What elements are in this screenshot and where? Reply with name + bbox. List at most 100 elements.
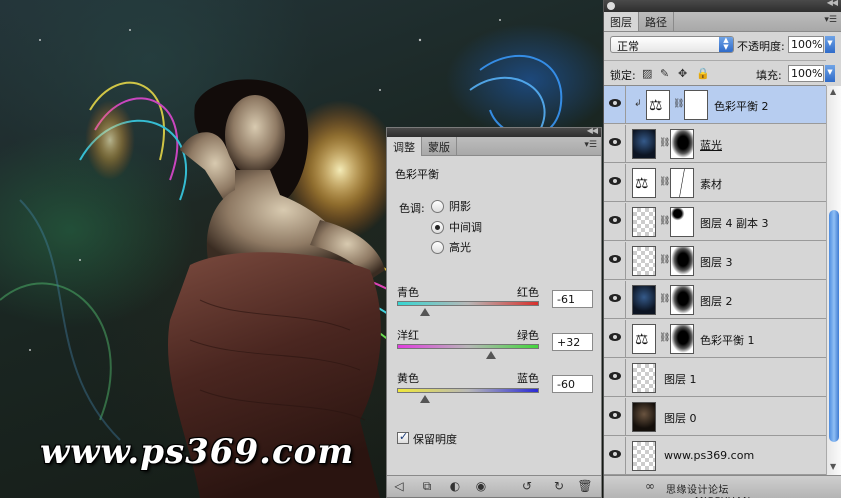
yellow-blue-value[interactable]: -60	[552, 375, 593, 393]
layer-row[interactable]: ⚖ ⛓ 色彩平衡 1	[604, 320, 826, 358]
layer-thumbnail[interactable]	[632, 246, 656, 276]
layer-thumbnail[interactable]	[632, 129, 656, 159]
link-icon[interactable]: ⛓	[659, 294, 670, 304]
layer-name[interactable]: 图层 4 副本 3	[700, 215, 769, 231]
layer-row[interactable]: ⛓ 蓝光	[604, 125, 826, 163]
visibility-toggle[interactable]	[604, 164, 626, 201]
layers-scrollbar[interactable]: ▲ ▼	[826, 86, 841, 475]
slider-thumb[interactable]	[420, 308, 431, 316]
visibility-toggle[interactable]	[604, 86, 626, 123]
tab-paths[interactable]: 路径	[639, 12, 674, 31]
collapse-icon[interactable]: ◀◀	[827, 0, 838, 7]
layer-mask-thumbnail[interactable]	[670, 285, 694, 315]
opacity-field[interactable]: 100%	[788, 36, 824, 53]
layer-thumbnail[interactable]: ⚖	[632, 168, 656, 198]
layer-name[interactable]: 图层 0	[664, 410, 697, 426]
link-icon[interactable]: ⛓	[673, 99, 684, 109]
visibility-toggle[interactable]	[604, 203, 626, 240]
slider-thumb[interactable]	[485, 351, 496, 359]
lock-brush-icon[interactable]: ✎	[660, 67, 669, 80]
layer-name[interactable]: 色彩平衡 1	[700, 332, 755, 348]
layer-name[interactable]: 图层 3	[700, 254, 733, 270]
reset-icon[interactable]: ↻	[551, 479, 567, 493]
layer-row[interactable]: ⛓ 图层 3	[604, 242, 826, 280]
link-icon[interactable]: ⛓	[659, 138, 670, 148]
radio-midtones[interactable]: 中间调	[431, 219, 482, 235]
layer-row[interactable]: ⚖ ⛓ 素材	[604, 164, 826, 202]
select-arrows-icon[interactable]: ▲ ▼	[719, 37, 733, 52]
opacity-dropdown-icon[interactable]: ▼	[825, 36, 835, 53]
layer-mask-thumbnail[interactable]	[670, 129, 694, 159]
layer-name[interactable]: 素材	[700, 176, 722, 192]
layer-mask-thumbnail[interactable]	[670, 207, 694, 237]
layer-mask-thumbnail[interactable]	[670, 168, 694, 198]
layer-thumbnail[interactable]	[632, 363, 656, 393]
scroll-up-icon[interactable]: ▲	[830, 87, 836, 96]
layer-thumbnail[interactable]	[632, 285, 656, 315]
radio-shadows[interactable]: 阴影	[431, 198, 471, 214]
layer-thumbnail[interactable]	[632, 402, 656, 432]
previous-state-icon[interactable]: ↺	[519, 479, 535, 493]
link-icon[interactable]: ⛓	[659, 177, 670, 187]
layer-name[interactable]: 图层 1	[664, 371, 697, 387]
expand-view-icon[interactable]: ⧉	[419, 479, 435, 494]
layer-thumbnail[interactable]	[632, 207, 656, 237]
panel-menu-icon[interactable]: ▾☰	[824, 15, 837, 25]
link-icon[interactable]: ⛓	[659, 216, 670, 226]
visibility-toggle[interactable]	[604, 125, 626, 162]
panel-menu-icon[interactable]: ▾☰	[584, 140, 597, 150]
tab-adjustments[interactable]: 调整	[387, 137, 422, 156]
scroll-down-icon[interactable]: ▼	[830, 462, 836, 471]
visibility-eye-icon[interactable]: ◉	[473, 479, 489, 493]
yellow-blue-slider[interactable]	[397, 388, 539, 393]
radio-button[interactable]	[431, 220, 444, 234]
magenta-green-slider[interactable]	[397, 344, 539, 349]
radio-highlights[interactable]: 高光	[431, 239, 471, 255]
tab-layers[interactable]: 图层	[604, 12, 639, 31]
visibility-toggle[interactable]	[604, 437, 626, 474]
layer-thumbnail[interactable]: ⚖	[632, 324, 656, 354]
layer-mask-thumbnail[interactable]	[670, 324, 694, 354]
clip-to-layer-icon[interactable]: ◐	[447, 479, 463, 493]
lock-position-icon[interactable]: ✥	[678, 67, 687, 80]
link-layers-icon[interactable]: ∞	[642, 479, 658, 493]
layer-name[interactable]: 色彩平衡 2	[714, 98, 769, 114]
cyan-red-slider[interactable]	[397, 301, 539, 306]
layer-name[interactable]: 蓝光	[700, 137, 722, 153]
radio-button[interactable]	[431, 199, 444, 213]
visibility-toggle[interactable]	[604, 242, 626, 279]
lock-all-icon[interactable]: 🔒	[696, 67, 710, 80]
back-arrow-icon[interactable]: ◁	[391, 479, 407, 493]
tab-masks[interactable]: 蒙版	[422, 137, 457, 156]
close-panel-icon[interactable]	[607, 2, 615, 10]
slider-thumb[interactable]	[420, 395, 431, 403]
radio-button[interactable]	[431, 240, 444, 254]
visibility-toggle[interactable]	[604, 359, 626, 396]
visibility-toggle[interactable]	[604, 281, 626, 318]
preserve-luminosity-checkbox[interactable]	[397, 430, 409, 444]
layer-row[interactable]: 图层 1	[604, 359, 826, 397]
scroll-thumb[interactable]	[829, 210, 839, 442]
cyan-red-value[interactable]: -61	[552, 290, 593, 308]
layer-name[interactable]: 图层 2	[700, 293, 733, 309]
layer-row[interactable]: 图层 0	[604, 398, 826, 436]
visibility-toggle[interactable]	[604, 320, 626, 357]
layer-mask-thumbnail[interactable]	[684, 90, 708, 120]
link-icon[interactable]: ⛓	[659, 255, 670, 265]
layer-thumbnail[interactable]	[632, 441, 656, 471]
panel-titlebar[interactable]: ◀◀	[604, 0, 841, 12]
trash-icon[interactable]: 🗑	[577, 479, 593, 493]
link-icon[interactable]: ⛓	[659, 333, 670, 343]
layer-thumbnail[interactable]: ⚖	[646, 90, 670, 120]
layer-mask-thumbnail[interactable]	[670, 246, 694, 276]
magenta-green-value[interactable]: +32	[552, 333, 593, 351]
layer-name[interactable]: www.ps369.com	[664, 449, 754, 462]
visibility-toggle[interactable]	[604, 398, 626, 435]
collapse-icon[interactable]: ◀◀	[587, 126, 598, 135]
fill-field[interactable]: 100%	[788, 65, 824, 82]
layer-row[interactable]: ⛓ 图层 2	[604, 281, 826, 319]
layer-row[interactable]: www.ps369.com	[604, 437, 826, 475]
layer-row[interactable]: ⛓ 图层 4 副本 3	[604, 203, 826, 241]
fill-dropdown-icon[interactable]: ▼	[825, 65, 835, 82]
panel-titlebar[interactable]: ◀◀	[387, 126, 601, 137]
